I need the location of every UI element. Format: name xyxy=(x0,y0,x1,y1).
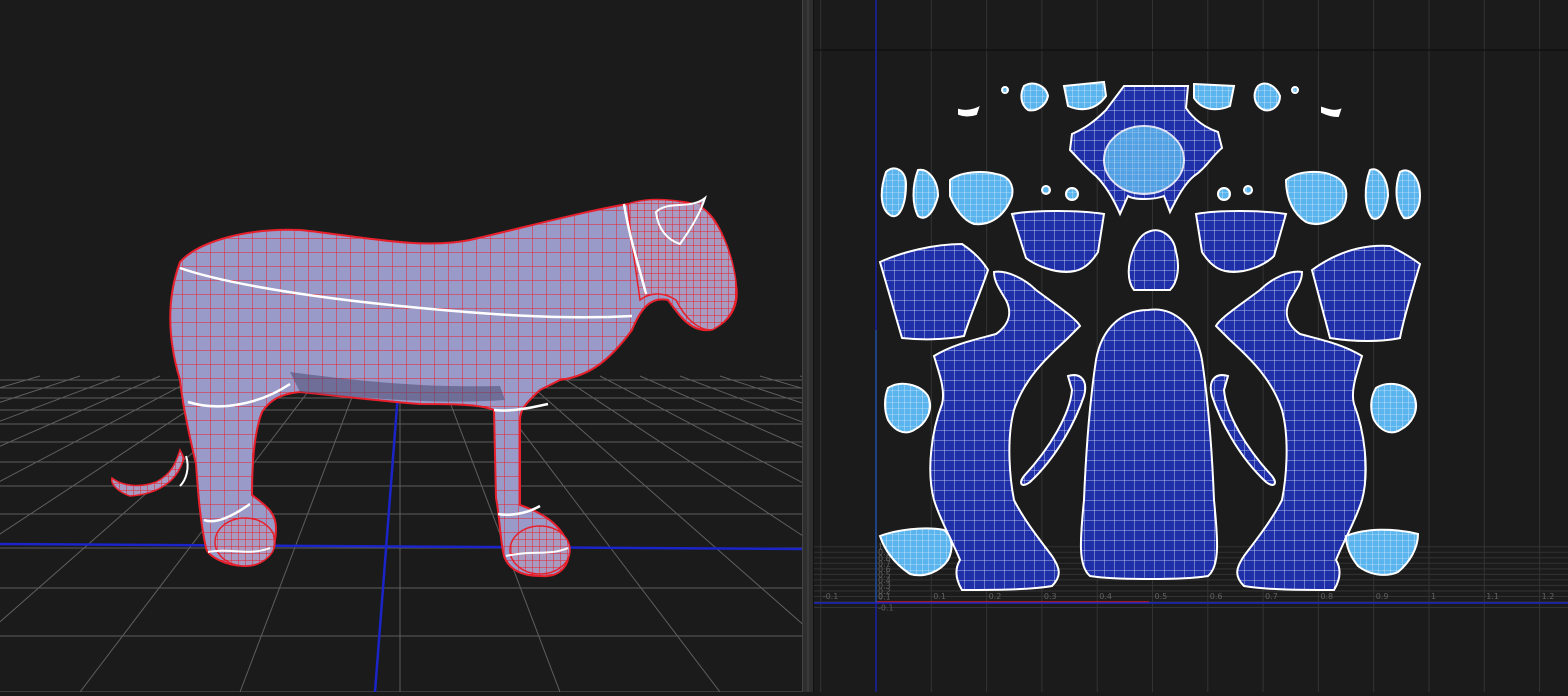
uv-x-tick-label: 0.2 xyxy=(989,592,1002,601)
uv-shell-eye-right[interactable] xyxy=(1284,170,1348,225)
uv-x-tick-label: 0.7 xyxy=(1265,592,1278,601)
uv-shell-foot-right[interactable] xyxy=(1344,528,1420,576)
uv-canvas[interactable]: -0.1 0 0.1 0.2 0.3 0.4 0.5 0.6 0.7 0.8 0.9 1 1.1 1.21… xyxy=(814,0,1568,692)
uv-y-tick-label: 0.1 xyxy=(878,592,891,601)
world-z-axis xyxy=(373,379,401,693)
uv-shell-ear-left-a[interactable] xyxy=(880,167,908,218)
uv-shell-paw-right[interactable] xyxy=(1370,382,1418,434)
perspective-viewport[interactable] xyxy=(0,0,1568,693)
grid-line xyxy=(0,375,41,389)
uv-shell-nose[interactable] xyxy=(1127,229,1179,291)
uv-x-tick-label: 0.4 xyxy=(1099,592,1112,601)
uv-editor-viewport[interactable]: -0.1 0 0.1 0.2 0.3 0.4 0.5 0.6 0.7 0.8 0.9 1 1.1 1.2 1… xyxy=(814,0,1568,692)
uv-shell-dot-left[interactable] xyxy=(1001,86,1009,94)
perspective-canvas[interactable] xyxy=(0,0,1568,693)
uv-shell-paw-left[interactable] xyxy=(884,382,932,434)
tail xyxy=(110,448,185,497)
uv-shells[interactable] xyxy=(878,80,1422,592)
grid-line xyxy=(719,375,1568,656)
uv-x-tick-label: 0.1 xyxy=(933,592,946,601)
uv-x-tick-label: 0.8 xyxy=(1320,592,1333,601)
uv-shell-earflap-left[interactable] xyxy=(1020,82,1050,112)
uv-shell-eye-left[interactable] xyxy=(949,171,1014,226)
grid-line xyxy=(559,375,1041,693)
grid-line xyxy=(0,375,161,447)
uv-x-tick-label: 0.3 xyxy=(1044,592,1057,601)
uv-shell-dot-left-2[interactable] xyxy=(1041,185,1051,195)
splitter-grip[interactable] xyxy=(807,0,809,692)
ground-grid xyxy=(0,375,1568,693)
uv-shell-ear-left-b[interactable] xyxy=(912,168,940,219)
uv-x-tick-label: 1.1 xyxy=(1486,592,1499,601)
panther-mesh[interactable] xyxy=(110,195,738,578)
uv-shell-cheek-left[interactable] xyxy=(1062,80,1108,111)
viewport-splitter[interactable] xyxy=(802,0,814,692)
grid-line xyxy=(0,375,81,403)
uv-shell-whisker-right[interactable] xyxy=(1321,106,1342,118)
uv-shell-hip-right[interactable] xyxy=(1310,244,1422,342)
uv-y-tick-label: -0.1 xyxy=(878,604,894,613)
uv-shell-ear-right-a[interactable] xyxy=(1364,168,1390,220)
grid-line xyxy=(759,375,1568,613)
uv-shell-hip-left[interactable] xyxy=(878,242,990,341)
uv-shell-cheek-right[interactable] xyxy=(1193,82,1236,111)
uv-shell-ear-right-b[interactable] xyxy=(1395,169,1422,220)
uv-shell-shoulder-left[interactable] xyxy=(1010,210,1106,274)
uv-x-tick-label: 0.5 xyxy=(1155,592,1168,601)
uv-shell-dot-right-3[interactable] xyxy=(1217,187,1231,201)
grid-line xyxy=(639,375,1361,693)
uv-shell-arc-left[interactable] xyxy=(1020,374,1087,486)
back-paw xyxy=(214,517,276,567)
uv-x-tick-label: 0.6 xyxy=(1210,592,1223,601)
uv-shell-whisker-left[interactable] xyxy=(958,106,980,117)
grid-line xyxy=(599,375,1201,693)
uv-x-tick-label: 1 xyxy=(1431,592,1436,601)
uv-shell-belly[interactable] xyxy=(1079,308,1219,580)
uv-x-tick-label: 0.9 xyxy=(1376,592,1389,601)
grid-line xyxy=(0,375,121,422)
uv-shell-shoulder-right[interactable] xyxy=(1194,210,1288,274)
uv-shell-dot-right-2[interactable] xyxy=(1243,185,1253,195)
uv-x-tick-label: -0.1 xyxy=(823,592,839,601)
uv-x-tick-label: 1.2 xyxy=(1542,592,1555,601)
uv-shell-face-detail xyxy=(1103,125,1185,195)
uv-shell-arc-right[interactable] xyxy=(1209,374,1276,486)
uv-shell-dot-right[interactable] xyxy=(1291,86,1299,94)
grid-line xyxy=(679,375,1521,693)
uv-shell-earflap-right[interactable] xyxy=(1253,82,1282,112)
uv-shell-dot-left-3[interactable] xyxy=(1065,187,1079,201)
